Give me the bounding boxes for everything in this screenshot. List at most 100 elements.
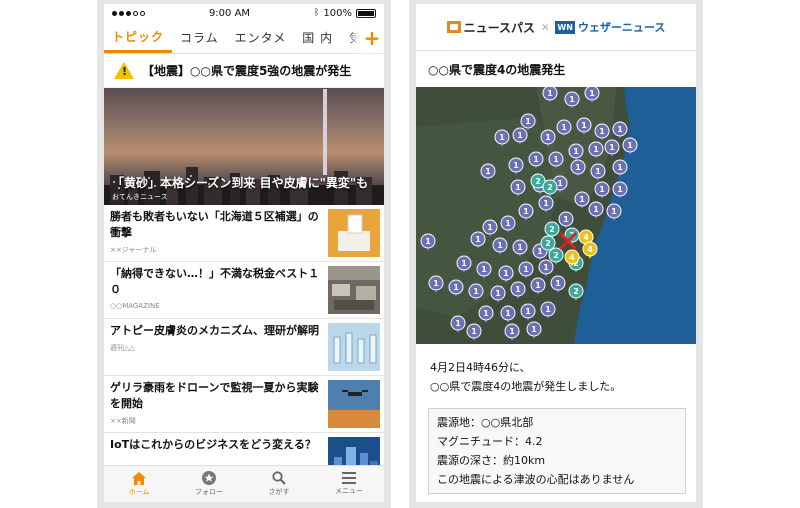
report-line-1: 4月2日4時46分に、 xyxy=(430,361,531,374)
news-source: 週刊△△ xyxy=(110,344,135,352)
svg-text:1: 1 xyxy=(543,199,549,208)
svg-text:1: 1 xyxy=(545,305,551,314)
nav-menu-label: メニュー xyxy=(335,487,363,495)
svg-text:4: 4 xyxy=(583,233,589,242)
svg-text:1: 1 xyxy=(481,265,487,274)
detail-depth: 震源の深さ：約10km xyxy=(437,454,546,467)
svg-text:2: 2 xyxy=(549,225,555,234)
news-title: 「納得できない…！」不満な税金ベスト１０ xyxy=(110,267,320,296)
svg-text:1: 1 xyxy=(535,281,541,290)
detail-magnitude: マグニチュード：4.2 xyxy=(437,435,543,448)
phone-news-app: 9:00 AM ᛒ 100% トピック コラム エンタメ 国 内 気にな + !… xyxy=(97,0,391,508)
nav-menu[interactable]: メニュー xyxy=(314,466,384,502)
nav-follow[interactable]: フォロー xyxy=(174,466,244,502)
topic-tabs: トピック コラム エンタメ 国 内 気にな + xyxy=(104,22,384,54)
news-source: ××ジャーナル xyxy=(110,246,157,254)
svg-text:1: 1 xyxy=(595,167,601,176)
svg-text:1: 1 xyxy=(453,283,459,292)
svg-text:1: 1 xyxy=(505,309,511,318)
newspass-brand: ニュースパス xyxy=(463,20,536,35)
battery-icon xyxy=(355,8,376,18)
newspass-logo-icon xyxy=(446,21,461,33)
svg-text:4: 4 xyxy=(569,253,575,262)
news-app-screen: 9:00 AM ᛒ 100% トピック コラム エンタメ 国 内 気にな + !… xyxy=(104,4,384,502)
svg-text:2: 2 xyxy=(545,239,551,248)
tab-entertainment[interactable]: エンタメ xyxy=(227,22,295,53)
stage: 9:00 AM ᛒ 100% トピック コラム エンタメ 国 内 気にな + !… xyxy=(0,0,800,508)
svg-text:1: 1 xyxy=(471,327,477,336)
intensity-pin: 1 xyxy=(612,181,628,199)
phone-earthquake-report: ニュースパス × WN ウェザーニュース ○○県で震度4の地震発生 111111… xyxy=(409,0,703,508)
svg-text:1: 1 xyxy=(581,121,587,130)
search-icon xyxy=(272,471,286,485)
list-item[interactable]: 勝者も敗者もいない「北海道５区補選」の衝撃 ××ジャーナル xyxy=(104,205,384,262)
earthquake-alert[interactable]: ! 【地震】○○県で震度5強の地震が発生 xyxy=(104,54,384,88)
svg-text:1: 1 xyxy=(553,155,559,164)
svg-text:1: 1 xyxy=(545,133,551,142)
detail-epicenter: 震源地：○○県北部 xyxy=(437,416,534,429)
star-icon xyxy=(202,471,216,485)
report-line-2: ○○県で震度4の地震が発生しました。 xyxy=(430,380,622,393)
svg-text:1: 1 xyxy=(509,327,515,336)
svg-text:1: 1 xyxy=(543,263,549,272)
svg-text:1: 1 xyxy=(533,155,539,164)
svg-text:1: 1 xyxy=(517,243,523,252)
nav-home-label: ホーム xyxy=(128,487,150,496)
svg-text:1: 1 xyxy=(617,185,623,194)
svg-text:1: 1 xyxy=(617,163,623,172)
svg-text:1: 1 xyxy=(593,205,599,214)
weathernews-badge: WN xyxy=(555,20,575,34)
svg-text:1: 1 xyxy=(497,241,503,250)
nav-home[interactable]: ホーム xyxy=(104,466,174,502)
svg-text:1: 1 xyxy=(617,125,623,134)
hero-source: おてんきニュース xyxy=(112,193,168,201)
svg-text:2: 2 xyxy=(535,177,541,186)
news-title: IoTはこれからのビジネスをどう変える？ xyxy=(110,438,316,451)
menu-icon xyxy=(342,472,356,484)
svg-text:1: 1 xyxy=(523,207,529,216)
svg-text:4: 4 xyxy=(587,245,593,254)
tab-domestic[interactable]: 国 内 xyxy=(294,22,341,53)
svg-text:1: 1 xyxy=(515,183,521,192)
svg-text:1: 1 xyxy=(483,309,489,318)
hero-article[interactable]: 「黄砂」本格シーズン到来 目や皮膚に"異変"も おてんきニュース xyxy=(104,88,384,205)
tower-image xyxy=(323,89,327,175)
list-item[interactable]: 「納得できない…！」不満な税金ベスト１０ ○○MAGAZINE xyxy=(104,262,384,319)
intensity-map[interactable]: 1111111111111111111111111111111111111111… xyxy=(416,87,696,344)
svg-text:1: 1 xyxy=(531,325,537,334)
svg-text:1: 1 xyxy=(569,95,575,104)
svg-text:1: 1 xyxy=(433,279,439,288)
warning-icon: ! xyxy=(114,62,134,79)
status-bar: 9:00 AM ᛒ 100% xyxy=(104,4,384,22)
svg-text:1: 1 xyxy=(611,207,617,216)
intensity-pin: 1 xyxy=(622,137,638,155)
svg-text:1: 1 xyxy=(485,167,491,176)
tab-topic[interactable]: トピック xyxy=(104,22,173,53)
partner-header: ニュースパス × WN ウェザーニュース xyxy=(416,4,696,51)
svg-text:1: 1 xyxy=(513,161,519,170)
earthquake-report-screen: ニュースパス × WN ウェザーニュース ○○県で震度4の地震発生 111111… xyxy=(416,4,696,502)
detail-tsunami: この地震による津波の心配はありません xyxy=(437,473,635,486)
svg-text:1: 1 xyxy=(609,143,615,152)
svg-text:1: 1 xyxy=(547,89,553,98)
list-item[interactable]: ゲリラ豪雨をドローンで監視一夏から実験を開始 ××新聞 xyxy=(104,376,384,433)
report-title: ○○県で震度4の地震発生 xyxy=(428,62,566,77)
svg-text:2: 2 xyxy=(553,251,559,260)
svg-text:1: 1 xyxy=(563,215,569,224)
quake-details: 震源地：○○県北部 マグニチュード：4.2 震源の深さ：約10km この地震によ… xyxy=(428,408,686,494)
intensity-map-graphic: 11111 11 11111 1 1 11111 1 1 111 1 11111111 11 11 1 11… xyxy=(416,87,638,344)
svg-text:1: 1 xyxy=(593,145,599,154)
svg-text:1: 1 xyxy=(461,259,467,268)
list-item[interactable]: アトピー皮膚炎のメカニズム、理研が解明 週刊△△ xyxy=(104,319,384,376)
svg-text:1: 1 xyxy=(473,287,479,296)
nav-search-label: さがす xyxy=(268,488,290,496)
add-tab-button[interactable]: + xyxy=(360,22,384,53)
battery-percent: 100% xyxy=(323,7,352,19)
nav-search[interactable]: さがす xyxy=(244,466,314,502)
alert-text: 【地震】○○県で震度5強の地震が発生 xyxy=(142,64,352,78)
status-time: 9:00 AM xyxy=(208,7,251,19)
tab-column[interactable]: コラム xyxy=(172,22,227,53)
home-icon xyxy=(132,471,146,485)
svg-text:1: 1 xyxy=(561,123,567,132)
office-thumbnail xyxy=(328,266,380,314)
